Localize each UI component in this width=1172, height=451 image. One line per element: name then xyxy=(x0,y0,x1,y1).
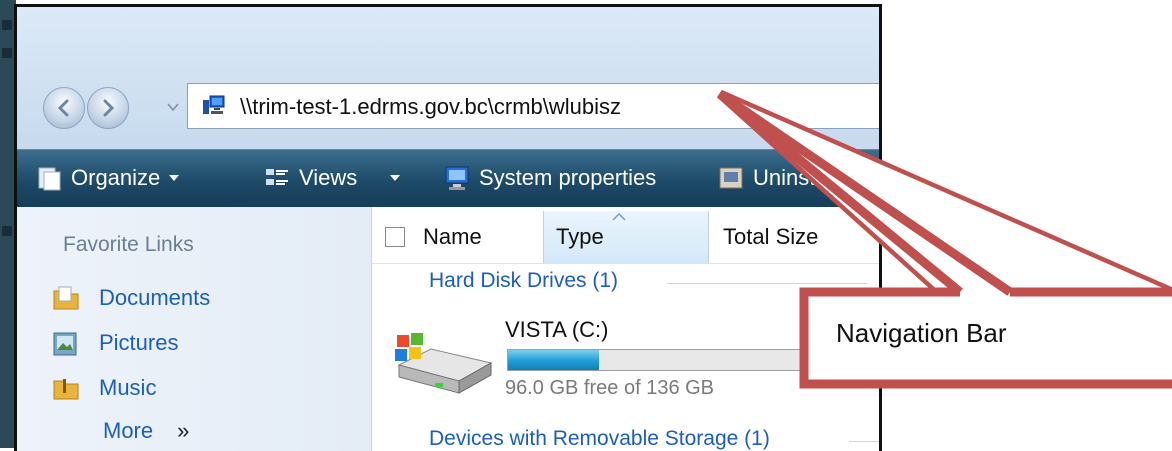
desktop-fragment xyxy=(2,226,12,236)
forward-button[interactable] xyxy=(87,87,129,129)
sort-ascending-icon xyxy=(612,213,626,221)
favorite-link-documents[interactable]: Documents xyxy=(51,283,210,313)
system-properties-icon xyxy=(445,166,469,190)
back-arrow-icon xyxy=(57,99,69,117)
navigation-pane: Favorite Links Documents Pictures Music … xyxy=(17,207,372,451)
column-header-type[interactable]: Type xyxy=(543,211,709,263)
network-location-icon xyxy=(203,95,225,114)
organize-icon xyxy=(38,167,61,191)
address-path: \\trim-test-1.edrms.gov.bc\crmb\wlubisz xyxy=(240,94,622,119)
views-label: Views xyxy=(299,165,358,190)
favorite-links-heading: Favorite Links xyxy=(63,233,194,256)
more-label: More xyxy=(103,418,154,443)
drive-name[interactable]: VISTA (C:) xyxy=(505,317,609,343)
views-button[interactable]: Views xyxy=(263,164,401,192)
desktop-fragment xyxy=(2,20,12,30)
organize-button[interactable]: Organize xyxy=(35,164,180,192)
organize-label: Organize xyxy=(71,165,161,190)
drive-usage-fill xyxy=(508,350,599,370)
favorite-link-label: Documents xyxy=(99,285,211,310)
column-header-label: Type xyxy=(556,224,604,249)
hard-drive-icon xyxy=(395,333,493,394)
navigation-bar: \\trim-test-1.edrms.gov.bc\crmb\wlubisz xyxy=(17,77,879,139)
system-properties-button[interactable]: System properties xyxy=(443,164,656,192)
pictures-folder-icon xyxy=(53,332,77,356)
explorer-window: \\trim-test-1.edrms.gov.bc\crmb\wlubisz … xyxy=(14,4,882,451)
desktop-fragment xyxy=(2,48,12,58)
group-header-removable[interactable]: Devices with Removable Storage (1) xyxy=(429,427,770,451)
drive-free-space: 96.0 GB free of 136 GB xyxy=(505,377,715,399)
group-header-hard-disk[interactable]: Hard Disk Drives (1) xyxy=(429,269,618,293)
group-divider xyxy=(849,441,879,442)
documents-folder-icon xyxy=(53,286,79,310)
uninstall-label: Uninstall o xyxy=(753,165,856,190)
drive-usage-bar xyxy=(507,349,817,371)
column-header-row: Name Type Total Size xyxy=(371,211,879,264)
callout-label: Navigation Bar xyxy=(836,318,1007,348)
recent-pages-dropdown[interactable] xyxy=(167,102,179,112)
command-toolbar: Organize Views System properties Uninsta… xyxy=(17,149,879,208)
favorite-link-label: Pictures xyxy=(99,330,179,355)
uninstall-icon xyxy=(719,167,743,189)
column-header-label: Name xyxy=(423,224,482,249)
favorite-link-label: Music xyxy=(99,375,157,400)
views-icon xyxy=(266,169,288,185)
system-properties-label: System properties xyxy=(479,165,657,190)
favorite-link-music[interactable]: Music xyxy=(51,373,156,403)
column-header-label: Total Size xyxy=(723,224,819,249)
favorite-link-pictures[interactable]: Pictures xyxy=(51,328,178,358)
column-header-name[interactable]: Name xyxy=(423,211,543,263)
more-links-button[interactable]: More » xyxy=(103,418,189,444)
music-folder-icon xyxy=(53,379,79,400)
chevron-down-icon xyxy=(390,175,401,181)
uninstall-button[interactable]: Uninstall o xyxy=(717,164,856,192)
group-divider xyxy=(667,283,867,284)
chevron-down-icon xyxy=(169,175,180,181)
forward-arrow-icon xyxy=(103,99,115,117)
more-chevrons-icon: » xyxy=(177,418,190,443)
address-bar[interactable]: \\trim-test-1.edrms.gov.bc\crmb\wlubisz xyxy=(187,83,879,129)
back-button[interactable] xyxy=(43,87,85,129)
content-area: Favorite Links Documents Pictures Music … xyxy=(17,207,879,451)
select-all-checkbox[interactable] xyxy=(385,227,405,247)
column-header-total-size[interactable]: Total Size xyxy=(723,211,879,263)
